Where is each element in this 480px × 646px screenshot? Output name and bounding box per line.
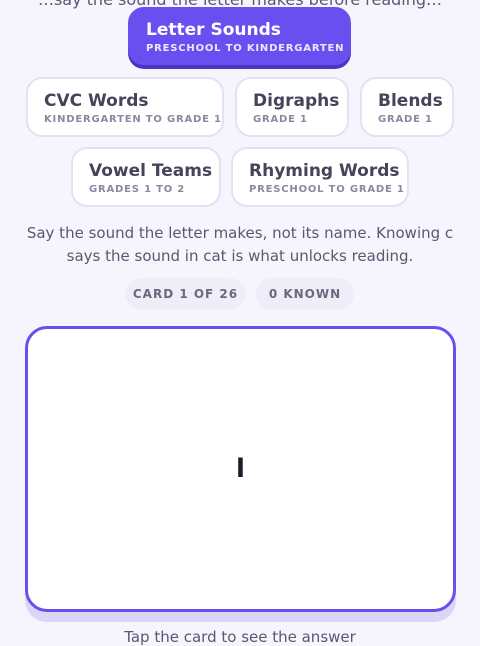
category-letter-sounds[interactable]: Letter Sounds PRESCHOOL TO KINDERGARTEN	[128, 7, 351, 65]
category-subtitle: GRADES 1 TO 2	[89, 183, 186, 195]
category-subtitle: PRESCHOOL TO KINDERGARTEN	[146, 42, 345, 54]
category-title: Letter Sounds	[146, 19, 281, 40]
category-subtitle: GRADE 1	[378, 113, 433, 125]
category-subtitle: PRESCHOOL TO GRADE 1	[249, 183, 405, 195]
category-subtitle: GRADE 1	[253, 113, 308, 125]
tap-hint: Tap the card to see the answer	[124, 628, 356, 646]
category-title: Vowel Teams	[89, 160, 213, 181]
category-digraphs[interactable]: Digraphs GRADE 1	[235, 77, 349, 137]
category-title: Rhyming Words	[249, 160, 400, 181]
card-progress-badge: CARD 1 OF 26	[125, 278, 246, 310]
category-subtitle: KINDERGARTEN TO GRADE 1	[44, 113, 222, 125]
category-title: Digraphs	[253, 90, 340, 111]
category-rhyming-words[interactable]: Rhyming Words PRESCHOOL TO GRADE 1	[231, 147, 409, 207]
category-description: Say the sound the letter makes, not its …	[26, 224, 454, 265]
category-cvc-words[interactable]: CVC Words KINDERGARTEN TO GRADE 1	[26, 77, 224, 137]
flashcard-letter: l	[236, 453, 245, 484]
category-vowel-teams[interactable]: Vowel Teams GRADES 1 TO 2	[71, 147, 221, 207]
category-title: Blends	[378, 90, 443, 111]
category-blends[interactable]: Blends GRADE 1	[360, 77, 454, 137]
flashcard[interactable]: l	[25, 326, 456, 612]
category-title: CVC Words	[44, 90, 149, 111]
known-count-badge: 0 KNOWN	[256, 278, 354, 310]
